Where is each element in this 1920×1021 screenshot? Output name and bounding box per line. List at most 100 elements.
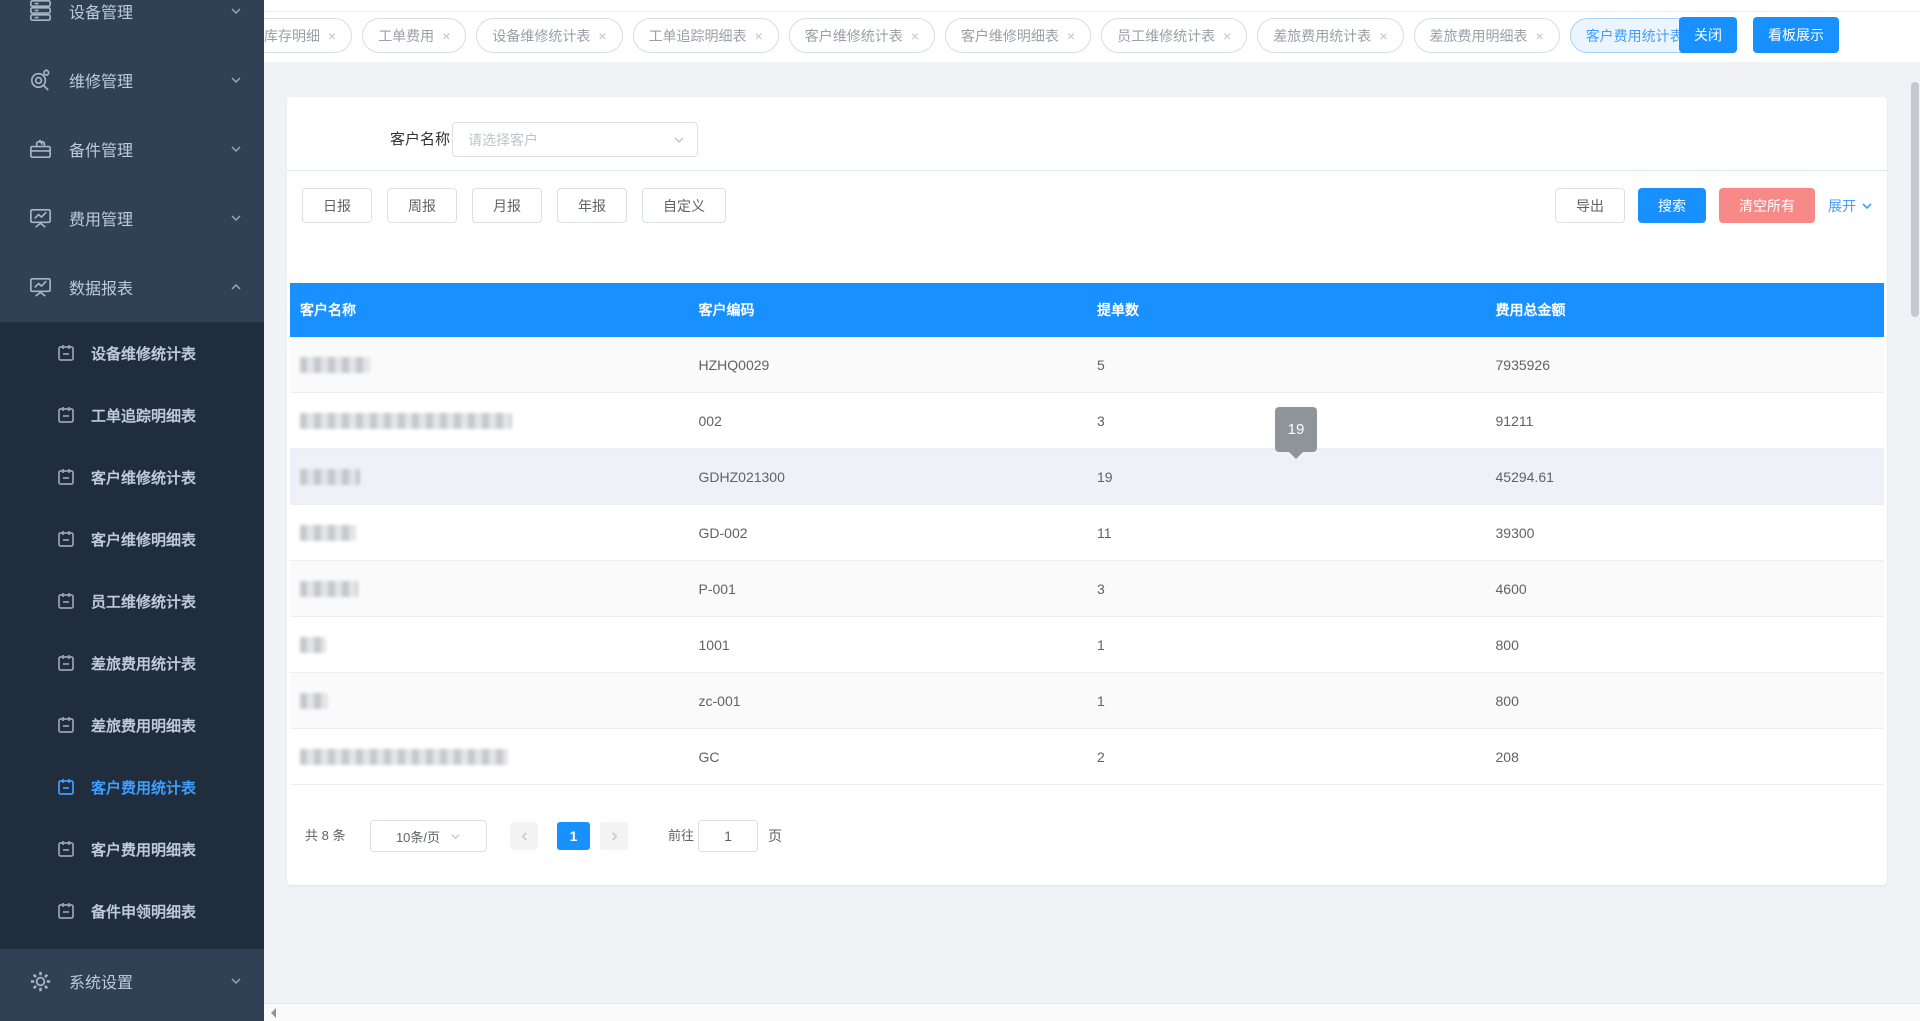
tab[interactable]: 设备维修统计表 × bbox=[476, 18, 622, 53]
current-page-button[interactable]: 1 bbox=[557, 822, 590, 850]
report-sheet-icon bbox=[56, 777, 76, 797]
scroll-left-arrow-icon[interactable] bbox=[271, 1008, 276, 1018]
period-button[interactable]: 年报 bbox=[557, 188, 627, 223]
clear-all-button[interactable]: 清空所有 bbox=[1719, 188, 1815, 223]
sidebar-item-settings[interactable]: 系统设置 bbox=[0, 949, 264, 1013]
period-button[interactable]: 日报 bbox=[302, 188, 372, 223]
sidebar-item-repair[interactable]: 维修管理 bbox=[0, 45, 264, 114]
tab[interactable]: 差旅费用统计表 × bbox=[1257, 18, 1403, 53]
board-display-button[interactable]: 看板展示 bbox=[1753, 17, 1839, 53]
report-sheet-icon bbox=[56, 839, 76, 859]
toolbox-icon bbox=[27, 135, 54, 162]
table-row[interactable]: 002 3 91211 bbox=[290, 393, 1884, 449]
prev-page-button[interactable] bbox=[510, 822, 538, 850]
table-row[interactable]: 1001 1 800 bbox=[290, 617, 1884, 673]
table-row[interactable]: GD-002 11 39300 bbox=[290, 505, 1884, 561]
tab[interactable]: 工单追踪明细表 × bbox=[633, 18, 779, 53]
sidebar-submenu-label: 客户费用统计表 bbox=[91, 777, 196, 798]
close-icon[interactable]: × bbox=[442, 29, 450, 43]
sidebar-submenu-item[interactable]: 客户维修统计表 bbox=[0, 446, 264, 508]
sidebar-submenu-item[interactable]: 差旅费用统计表 bbox=[0, 632, 264, 694]
close-icon[interactable]: × bbox=[328, 29, 336, 43]
export-button[interactable]: 导出 bbox=[1555, 188, 1625, 223]
column-header[interactable]: 费用总金额 bbox=[1486, 300, 1885, 320]
close-icon[interactable]: × bbox=[1223, 29, 1231, 43]
sidebar-submenu-item[interactable]: 员工维修统计表 bbox=[0, 570, 264, 632]
search-button[interactable]: 搜索 bbox=[1638, 188, 1706, 223]
close-icon[interactable]: × bbox=[1536, 29, 1544, 43]
table-row[interactable]: zc-001 1 800 bbox=[290, 673, 1884, 729]
close-icon[interactable]: × bbox=[1379, 29, 1387, 43]
next-page-button[interactable] bbox=[600, 822, 628, 850]
report-sheet-icon bbox=[56, 343, 76, 363]
cell-customer-name bbox=[290, 692, 689, 709]
sidebar-item-spare-parts[interactable]: 备件管理 bbox=[0, 114, 264, 183]
sidebar-submenu-item[interactable]: 客户费用明细表 bbox=[0, 818, 264, 880]
column-header[interactable]: 提单数 bbox=[1087, 300, 1486, 320]
sidebar-submenu-item[interactable]: 客户维修明细表 bbox=[0, 508, 264, 570]
report-sheet-icon bbox=[56, 715, 76, 735]
sidebar-item-cost[interactable]: 费用管理 bbox=[0, 183, 264, 252]
action-buttons: 导出 搜索 清空所有 展开 bbox=[1555, 188, 1873, 223]
tab-label: 工单费用 bbox=[378, 26, 434, 46]
close-icon[interactable]: × bbox=[1067, 29, 1075, 43]
chart-board-icon bbox=[27, 204, 54, 231]
sidebar-submenu-item[interactable]: 工单追踪明细表 bbox=[0, 384, 264, 446]
column-header[interactable]: 客户编码 bbox=[689, 300, 1088, 320]
tab[interactable]: 员工维修统计表 × bbox=[1101, 18, 1247, 53]
redacted-customer-name bbox=[300, 357, 370, 373]
redacted-customer-name bbox=[300, 749, 508, 765]
page-size-select[interactable]: 10条/页 bbox=[370, 820, 487, 852]
table-row[interactable]: GDHZ021300 19 45294.61 bbox=[290, 449, 1884, 505]
tab[interactable]: 差旅费用明细表 × bbox=[1414, 18, 1560, 53]
scrollbar-thumb[interactable] bbox=[1911, 82, 1919, 317]
horizontal-scrollbar[interactable] bbox=[264, 1003, 1920, 1021]
column-header[interactable]: 客户名称 bbox=[290, 300, 689, 320]
tab-label: 客户维修明细表 bbox=[961, 26, 1059, 46]
table-row[interactable]: GC 2 208 bbox=[290, 729, 1884, 785]
close-icon[interactable]: × bbox=[755, 29, 763, 43]
redacted-customer-name bbox=[300, 637, 326, 653]
tab[interactable]: 客户维修明细表 × bbox=[945, 18, 1091, 53]
sidebar-main-menu: 设备管理 维修管理 备件管理 费用 bbox=[0, 0, 264, 321]
close-icon[interactable]: × bbox=[911, 29, 919, 43]
app-window: 库存明细 × 工单费用 × 设备维修统计表 × 工单追踪明细表 × bbox=[0, 0, 1920, 1021]
sidebar-submenu-item[interactable]: 客户费用统计表 bbox=[0, 756, 264, 818]
period-button[interactable]: 自定义 bbox=[642, 188, 726, 223]
period-button[interactable]: 周报 bbox=[387, 188, 457, 223]
gear-icon bbox=[27, 968, 54, 995]
sidebar-submenu-item[interactable]: 差旅费用明细表 bbox=[0, 694, 264, 756]
redacted-customer-name bbox=[300, 693, 328, 709]
cell-total-amount: 800 bbox=[1486, 693, 1885, 709]
table-body: HZHQ0029 5 7935926 002 3 91211 GDHZ02130 bbox=[290, 337, 1884, 785]
cell-customer-code: GDHZ021300 bbox=[689, 469, 1088, 485]
tab[interactable]: 客户维修统计表 × bbox=[789, 18, 935, 53]
chevron-down-icon bbox=[450, 831, 461, 842]
expand-link[interactable]: 展开 bbox=[1828, 196, 1873, 216]
sidebar-item-equipment[interactable]: 设备管理 bbox=[0, 0, 264, 45]
customer-select[interactable]: 请选择客户 bbox=[452, 122, 698, 157]
sidebar-item-reports[interactable]: 数据报表 bbox=[0, 252, 264, 321]
tab[interactable]: 工单费用 × bbox=[362, 18, 466, 53]
redacted-customer-name bbox=[300, 413, 512, 429]
sidebar-item-label: 系统设置 bbox=[69, 969, 133, 993]
customer-cost-table: 客户名称 客户编码 提单数 费用总金额 HZHQ0029 5 7935926 bbox=[290, 283, 1884, 785]
vertical-scrollbar[interactable] bbox=[1906, 62, 1920, 1003]
table-row[interactable]: HZHQ0029 5 7935926 bbox=[290, 337, 1884, 393]
page-size-value: 10条/页 bbox=[396, 827, 440, 846]
sidebar-submenu-item[interactable]: 备件申领明细表 bbox=[0, 880, 264, 942]
close-icon[interactable]: × bbox=[598, 29, 606, 43]
cell-order-count: 5 bbox=[1087, 357, 1486, 373]
goto-page-input[interactable] bbox=[698, 820, 758, 852]
chevron-right-icon bbox=[609, 831, 620, 842]
redacted-customer-name bbox=[300, 469, 360, 485]
chevron-up-icon bbox=[230, 281, 242, 293]
expand-label: 展开 bbox=[1828, 196, 1856, 216]
sidebar-item-label: 费用管理 bbox=[69, 206, 133, 230]
sidebar-submenu-item[interactable]: 设备维修统计表 bbox=[0, 322, 264, 384]
sidebar-submenu-label: 备件申领明细表 bbox=[91, 901, 196, 922]
cell-customer-name bbox=[290, 636, 689, 653]
close-tab-button[interactable]: 关闭 bbox=[1679, 17, 1737, 53]
table-row[interactable]: P-001 3 4600 bbox=[290, 561, 1884, 617]
period-button[interactable]: 月报 bbox=[472, 188, 542, 223]
